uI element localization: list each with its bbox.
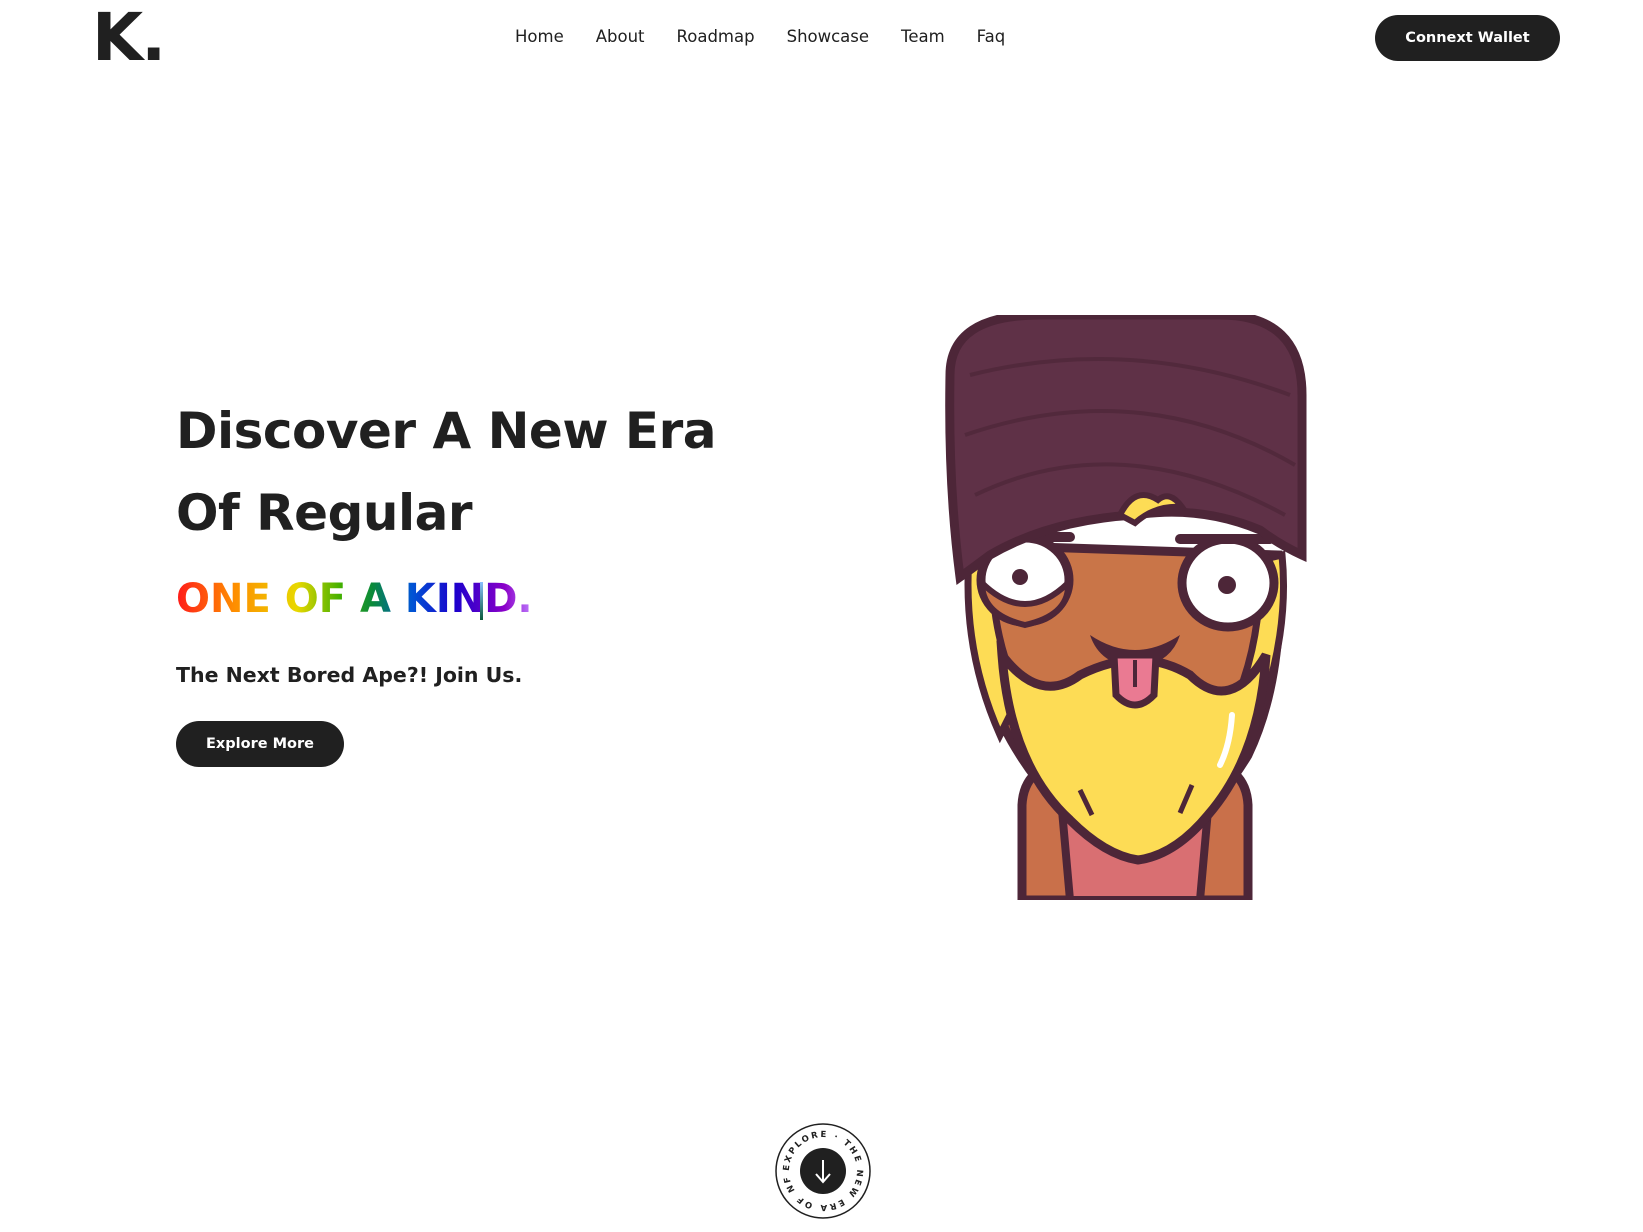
nft-ape-character-icon [945,315,1307,900]
explore-more-button[interactable]: Explore More [176,721,344,767]
main-nav: Home About Roadmap Showcase Team Faq [515,26,1005,48]
nav-showcase-link[interactable]: Showcase [787,26,869,48]
connect-wallet-button[interactable]: Connext Wallet [1375,15,1560,61]
hero-title: Discover A New Era Of Regular [176,402,716,542]
explore-ring-icon: EXPLORE · THE NEW ERA OF NFT · [774,1122,871,1219]
nav-roadmap-link[interactable]: Roadmap [677,26,755,48]
nav-about-link[interactable]: About [596,26,645,48]
nav-home-link[interactable]: Home [515,26,564,48]
scroll-down-badge[interactable]: EXPLORE · THE NEW ERA OF NFT · [774,1122,872,1220]
typing-caret [480,582,483,620]
hero-subtitle: The Next Bored Ape?! Join Us. [176,663,523,687]
nav-team-link[interactable]: Team [901,26,945,48]
brand-logo[interactable]: K. [92,0,166,76]
nav-faq-link[interactable]: Faq [977,26,1006,48]
